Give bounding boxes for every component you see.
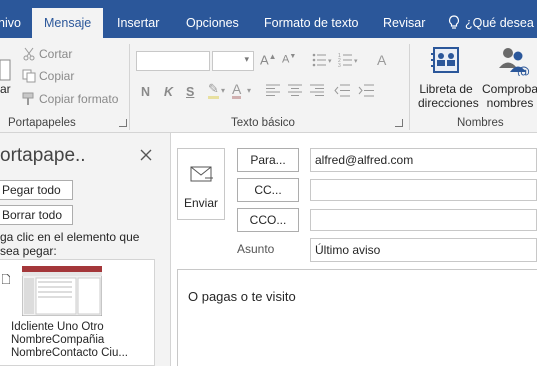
clipboard-item-line2: NombreCompañia — [11, 334, 105, 346]
dialog-launcher-icon[interactable] — [119, 119, 127, 127]
bullets-icon[interactable]: ▾ — [312, 52, 334, 68]
check-names-label-line1: Comproba — [482, 82, 537, 96]
clipboard-hint-line1: ga clic en el elemento que — [0, 230, 140, 244]
paste-all-button[interactable]: Pegar todo — [0, 180, 73, 200]
format-painter-button[interactable]: Copiar formato — [39, 92, 118, 106]
tab-opciones[interactable]: Opciones — [186, 0, 239, 38]
check-names-label-line2: nombres — [486, 96, 534, 110]
paste-icon — [0, 59, 11, 81]
tab-revisar[interactable]: Revisar — [383, 0, 425, 38]
address-book-label-line2: direcciones — [418, 96, 479, 110]
envelope-icon — [190, 166, 213, 182]
clipboard-hint: ga clic en el elemento que sea pegar: — [0, 230, 139, 258]
document-icon — [2, 274, 10, 284]
svg-text:3: 3 — [338, 63, 341, 68]
chevron-down-icon: ▾ — [244, 54, 249, 64]
send-label: Enviar — [183, 196, 218, 210]
increase-indent-icon[interactable] — [358, 84, 374, 97]
align-center-icon[interactable] — [288, 84, 302, 97]
svg-text:▾: ▾ — [328, 58, 332, 65]
copy-icon — [22, 69, 36, 83]
chevron-down-icon[interactable]: ▾ — [221, 86, 225, 95]
clipboard-item-text: Idcliente Uno Otro NombreCompañia Nombre… — [11, 321, 128, 360]
clipboard-item-line3: NombreContacto Ciu... — [11, 347, 128, 359]
basic-text-group-label: Texto básico — [231, 117, 295, 129]
svg-text:@: @ — [517, 65, 530, 76]
message-body-text: O pagas o te visito — [188, 289, 296, 304]
subject-label: Asunto — [237, 242, 275, 256]
check-names-icon: @ — [499, 48, 530, 76]
clipboard-group-label: Portapapeles — [8, 117, 76, 129]
clipboard-item[interactable]: Idcliente Uno Otro NombreCompañia Nombre… — [0, 259, 155, 366]
ribbon: ar Cortar Copiar Copiar formato Portapap… — [0, 38, 537, 133]
tab-archivo[interactable]: nivo — [0, 0, 21, 38]
tab-insertar[interactable]: Insertar — [117, 0, 159, 38]
bold-button[interactable]: N — [141, 85, 150, 99]
clipboard-pane: ortapape.. Pegar todo Borrar todo ga cli… — [0, 133, 171, 366]
address-book-label-line1: Libreta de — [419, 82, 473, 96]
font-size-combo[interactable]: ▾ — [212, 51, 254, 71]
align-left-icon[interactable] — [266, 84, 280, 97]
close-icon[interactable] — [140, 149, 152, 161]
message-body[interactable]: O pagas o te visito — [177, 269, 537, 366]
bcc-field[interactable] — [310, 209, 537, 231]
clipboard-hint-line2: sea pegar: — [0, 244, 57, 258]
clear-all-button[interactable]: Borrar todo — [0, 205, 73, 225]
tab-mensaje[interactable]: Mensaje — [32, 8, 104, 38]
subject-field[interactable]: Último aviso — [310, 238, 537, 262]
tell-me-search[interactable]: ¿Qué desea ha — [465, 0, 537, 38]
ribbon-tab-bar: nivo Mensaje Insertar Opciones Formato d… — [0, 0, 537, 38]
cc-button[interactable]: CC... — [237, 178, 299, 202]
numbering-icon[interactable]: 123 ▾ — [338, 52, 362, 68]
address-book-icon — [431, 47, 459, 73]
clear-formatting-icon[interactable]: A — [377, 52, 386, 68]
shrink-font-icon[interactable]: A▼ — [282, 53, 296, 66]
tab-formato-de-texto[interactable]: Formato de texto — [264, 0, 359, 38]
font-color-icon[interactable]: A — [232, 82, 242, 99]
scissors-icon — [23, 47, 35, 61]
lightbulb-icon — [448, 15, 460, 29]
underline-button[interactable]: S — [186, 85, 194, 99]
font-name-combo[interactable] — [136, 51, 210, 71]
cc-field[interactable] — [310, 179, 537, 201]
highlight-icon[interactable]: ✎ — [208, 82, 219, 99]
divider — [409, 44, 410, 130]
to-field[interactable]: alfred@alfred.com — [310, 148, 537, 172]
names-group-label: Nombres — [457, 117, 504, 129]
clipboard-item-line1: Idcliente Uno Otro — [11, 321, 104, 333]
dialog-launcher-icon[interactable] — [395, 119, 403, 127]
clipboard-pane-title: ortapape.. — [0, 145, 86, 166]
align-right-icon[interactable] — [310, 84, 324, 97]
grow-font-icon[interactable]: A▲ — [260, 52, 277, 67]
clipboard-thumbnail — [22, 266, 102, 316]
to-button[interactable]: Para... — [237, 148, 299, 172]
address-book-button[interactable]: Libreta de direcciones — [418, 82, 479, 110]
paste-button[interactable]: ar — [0, 82, 11, 96]
italic-button[interactable]: K — [164, 85, 173, 99]
bcc-button[interactable]: CCO... — [237, 208, 299, 232]
copy-button[interactable]: Copiar — [39, 69, 74, 83]
decrease-indent-icon[interactable] — [334, 84, 350, 97]
chevron-down-icon[interactable]: ▾ — [247, 86, 251, 95]
svg-text:▾: ▾ — [354, 58, 358, 65]
cut-button[interactable]: Cortar — [39, 47, 72, 61]
format-painter-icon — [22, 92, 34, 105]
check-names-button[interactable]: Comproba nombres — [482, 82, 537, 110]
send-button[interactable]: Enviar — [177, 148, 225, 220]
divider — [129, 44, 130, 130]
